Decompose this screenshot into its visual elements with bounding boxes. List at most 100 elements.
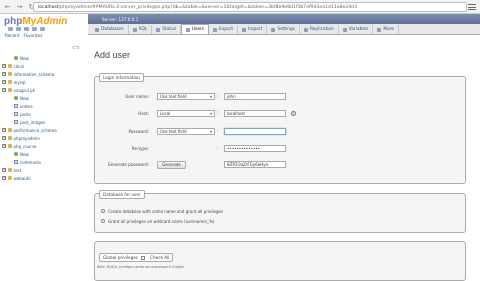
tree-item-label: New xyxy=(20,55,29,61)
generate-button[interactable]: Generate xyxy=(157,160,186,169)
replication-tab-icon xyxy=(303,27,308,32)
tree-table-item[interactable]: orders xyxy=(2,102,84,110)
server-breadcrumb[interactable]: Server: 127.0.0.1 xyxy=(88,14,480,24)
tab-export[interactable]: Export xyxy=(209,25,239,34)
tab-label: Variables xyxy=(348,27,369,32)
database-icon xyxy=(7,176,12,180)
sql-tab-icon xyxy=(132,27,137,32)
login-information-fieldset: Login Information User name: Use text fi… xyxy=(94,73,466,184)
collapse-all-icon[interactable]: ⊂⊃ xyxy=(72,46,80,51)
tree-item-label: posts xyxy=(20,111,31,117)
create-db-checkbox[interactable] xyxy=(101,209,105,213)
wildcard-checkbox[interactable] xyxy=(101,219,105,223)
address-bar[interactable]: localhost /phpmyadmin/#PMAURL-2:server_p… xyxy=(33,2,467,12)
docs-icon[interactable] xyxy=(24,27,29,31)
user-name-input[interactable]: john xyxy=(224,93,286,100)
tree-database-item[interactable]: + naagrul pk xyxy=(2,86,84,94)
expand-icon[interactable]: + xyxy=(2,80,6,84)
password-input[interactable] xyxy=(224,128,286,135)
logout-icon[interactable] xyxy=(16,27,21,31)
tree-item-label: cdcol xyxy=(13,63,25,69)
check-all-label[interactable]: Check All xyxy=(150,255,169,260)
database-legend: Database for user xyxy=(99,190,145,199)
database-icon xyxy=(7,80,12,84)
browser-menu-icon[interactable] xyxy=(468,3,476,11)
user-name-colon: : xyxy=(217,94,219,99)
host-input[interactable]: localhost xyxy=(224,110,286,117)
expand-icon[interactable]: + xyxy=(2,88,6,92)
browser-toolbar: ← → ↻ localhost /phpmyadmin/#PMAURL-2:se… xyxy=(0,0,480,14)
tree-database-item[interactable]: + information_schema xyxy=(2,70,84,78)
users-tab-icon xyxy=(185,27,190,32)
tree-database-item[interactable]: + performance_schema xyxy=(2,126,84,134)
global-legend-label: Global privileges xyxy=(103,255,139,260)
tab-users[interactable]: Users xyxy=(180,24,210,34)
wildcard-option[interactable]: Grant all privileges on wildcard name (u… xyxy=(101,218,214,224)
user-name-row: User name: Use text field : john xyxy=(95,91,465,102)
generated-password-input[interactable]: BZP2OaZrFGy6eHyo xyxy=(224,161,286,168)
back-button[interactable]: ← xyxy=(3,2,12,11)
import-tab-icon xyxy=(242,27,247,32)
status-tab-icon xyxy=(156,27,161,32)
tree-new-item[interactable]: New xyxy=(2,150,84,158)
tab-label: Settings xyxy=(277,27,295,32)
tree-table-item[interactable]: comments xyxy=(2,158,84,166)
generate-row: Generate password: Generate BZP2OaZrFGy6… xyxy=(95,159,465,170)
logo-my: My xyxy=(22,16,37,27)
expand-icon[interactable]: + xyxy=(2,128,6,132)
database-icon xyxy=(7,136,12,140)
tree-database-item[interactable]: + webauth xyxy=(2,174,84,182)
tab-sql[interactable]: SQL xyxy=(129,25,153,34)
tree-item-label: naagrul pk xyxy=(13,87,35,93)
database-tree: New + cdcol + information_schema + mysql + naagr… xyxy=(2,54,84,182)
tree-item-label: post_images xyxy=(20,119,46,125)
tree-database-item[interactable]: + test xyxy=(2,166,84,174)
reload-nav-icon[interactable] xyxy=(40,27,45,31)
home-icon[interactable] xyxy=(8,27,13,31)
expand-icon[interactable]: + xyxy=(2,136,6,140)
tab-label: SQL xyxy=(138,27,148,32)
retype-input[interactable]: •••••••••••••• xyxy=(224,145,286,152)
tab-import[interactable]: Import xyxy=(238,25,268,34)
password-label: Password: xyxy=(128,129,149,134)
create-db-option[interactable]: Create database with same name and grant… xyxy=(101,208,223,214)
phpmyadmin-logo[interactable]: phpMyAdmin xyxy=(4,16,67,27)
expand-icon[interactable]: + xyxy=(2,168,6,172)
database-icon xyxy=(7,144,12,148)
tab-settings[interactable]: Settings xyxy=(267,25,300,34)
tree-database-item[interactable]: + mysql xyxy=(2,78,84,86)
tree-item-label: orders xyxy=(20,103,33,109)
check-all-checkbox[interactable] xyxy=(141,255,146,260)
host-mode-select[interactable]: Local xyxy=(157,110,215,117)
database-icon xyxy=(7,128,12,132)
tab-databases[interactable]: Databases xyxy=(91,25,129,34)
help-icon[interactable]: ? xyxy=(291,111,296,116)
tree-table-item[interactable]: post_images xyxy=(2,118,84,126)
password-row: Password: Use text field : xyxy=(95,126,465,137)
tree-database-item[interactable]: + phpmyadmin xyxy=(2,134,84,142)
tree-new-item[interactable]: New xyxy=(2,54,84,62)
tree-item-label: performance_schema xyxy=(13,127,57,133)
tree-database-item[interactable]: + cdcol xyxy=(2,62,84,70)
logo-php: php xyxy=(4,16,23,27)
tab-favorites[interactable]: Favorites xyxy=(23,33,42,38)
expand-icon[interactable]: + xyxy=(2,144,6,148)
tree-new-item[interactable]: New xyxy=(2,94,84,102)
tab-more[interactable]: More xyxy=(373,25,400,34)
forward-button[interactable]: → xyxy=(15,2,24,11)
tab-label: More xyxy=(383,27,395,32)
tab-status[interactable]: Status xyxy=(152,25,181,34)
tab-replication[interactable]: Replication xyxy=(300,25,339,34)
expand-icon[interactable]: + xyxy=(2,176,6,180)
tab-variables[interactable]: Variables xyxy=(339,25,374,34)
tree-table-item[interactable]: posts xyxy=(2,110,84,118)
settings-icon[interactable] xyxy=(32,27,37,31)
password-mode-select[interactable]: Use text field xyxy=(157,128,215,135)
tab-recent[interactable]: Recent xyxy=(5,33,19,38)
expand-icon[interactable]: + xyxy=(2,72,6,76)
tree-item-label: New xyxy=(20,95,29,101)
new-icon xyxy=(14,96,18,100)
user-name-mode-select[interactable]: Use text field xyxy=(157,93,215,100)
tree-database-item[interactable]: + php_course xyxy=(2,142,84,150)
expand-icon[interactable]: + xyxy=(2,64,6,68)
